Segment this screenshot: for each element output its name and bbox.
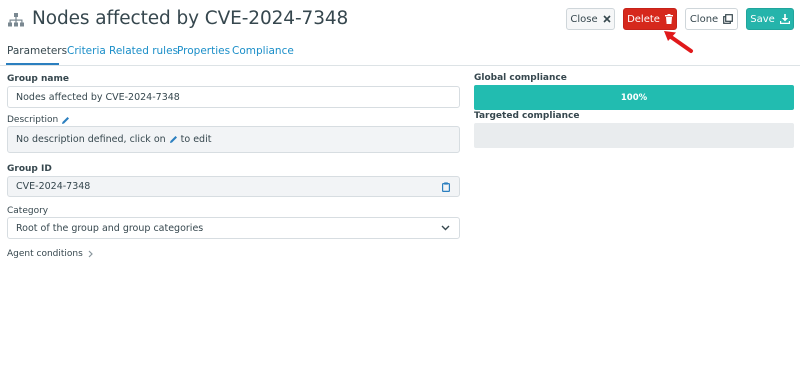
sitemap-icon [8,13,24,27]
download-icon [779,14,790,24]
delete-button[interactable]: Delete [623,8,677,30]
close-button[interactable]: Close [566,8,615,30]
close-x-icon [603,15,611,23]
description-label: Description [7,115,59,125]
save-button-label: Save [750,13,775,25]
targeted-compliance-bar [474,123,794,148]
delete-button-label: Delete [627,13,660,25]
active-tab-indicator [6,63,59,65]
chevron-down-icon [441,225,450,231]
agent-conditions-toggle[interactable]: Agent conditions [7,249,93,259]
page-title: Nodes affected by CVE-2024-7348 [32,8,349,29]
clone-button-label: Clone [689,13,719,25]
tab-parameters[interactable]: Parameters [7,45,67,57]
description-label-row: Description [7,115,70,125]
tab-related-rules[interactable]: Related rules [109,45,178,57]
category-label: Category [7,206,49,216]
pencil-icon [169,136,177,143]
tab-properties[interactable]: Properties [177,45,230,57]
clone-button[interactable]: Clone [685,8,738,30]
close-button-label: Close [570,13,598,25]
category-select[interactable]: Root of the group and group categories [7,217,460,239]
page-header: Nodes affected by CVE-2024-7348 Close De… [0,0,800,53]
tab-compliance[interactable]: Compliance [232,45,294,57]
tab-criteria[interactable]: Criteria [67,45,106,57]
trash-icon [664,14,673,24]
pencil-icon[interactable] [61,116,70,125]
global-compliance-label: Global compliance [474,73,567,83]
group-id-field: CVE-2024-7348 [7,176,460,197]
tab-bar: Parameters Criteria Related rules Proper… [0,38,800,66]
targeted-compliance-label: Targeted compliance [474,111,580,121]
description-text-before: No description defined, click on [16,134,166,145]
agent-conditions-label: Agent conditions [7,249,83,259]
group-id-label: Group ID [7,164,52,174]
group-name-input[interactable]: Nodes affected by CVE-2024-7348 [7,86,460,108]
description-text-after: to edit [180,134,212,145]
save-button[interactable]: Save [746,8,794,30]
group-id-value: CVE-2024-7348 [16,181,91,192]
description-field[interactable]: No description defined, click on to edit [7,126,460,153]
group-name-value: Nodes affected by CVE-2024-7348 [16,91,180,103]
chevron-right-icon [88,250,93,258]
category-value: Root of the group and group categories [16,222,204,234]
group-name-label: Group name [7,74,69,84]
global-compliance-value: 100% [620,92,648,103]
clone-icon [723,14,734,24]
global-compliance-bar: 100% [474,85,794,110]
clipboard-icon[interactable] [442,182,450,192]
